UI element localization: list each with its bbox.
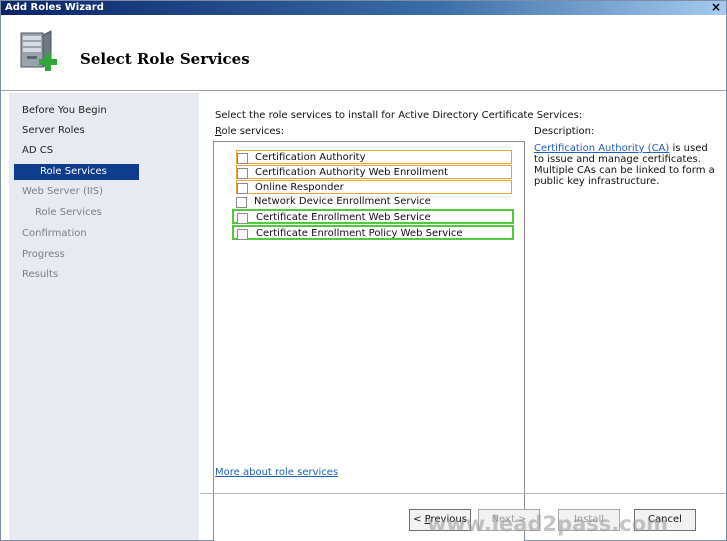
sidebar-item-server-roles[interactable]: Server Roles: [9, 123, 139, 139]
add-roles-wizard-window: Add Roles Wizard × Select Role Services …: [0, 0, 727, 541]
checkbox[interactable]: [237, 153, 248, 164]
list-item-certification-authority[interactable]: Certification Authority: [236, 150, 512, 164]
page-title: Select Role Services: [80, 50, 250, 68]
wizard-steps-sidebar: Before You Begin Server Roles AD CS Role…: [9, 93, 199, 540]
checkbox[interactable]: [237, 229, 248, 240]
certification-authority-link[interactable]: Certification Authority (CA): [534, 143, 669, 154]
sidebar-item-before-you-begin[interactable]: Before You Begin: [9, 103, 139, 119]
wizard-header: Select Role Services: [1, 15, 726, 91]
list-item-label: Certificate Enrollment Web Service: [256, 212, 431, 223]
checkbox[interactable]: [237, 183, 248, 194]
window-title: Add Roles Wizard: [5, 2, 104, 13]
close-icon[interactable]: ×: [709, 1, 723, 14]
sidebar-item-results: Results: [22, 269, 59, 280]
more-about-role-services-link[interactable]: More about role services: [215, 467, 338, 478]
previous-button-prefix: <: [413, 514, 425, 525]
role-services-label: Role services:: [215, 126, 284, 137]
instruction-text: Select the role services to install for …: [215, 110, 583, 121]
list-item-ca-web-enrollment[interactable]: Certification Authority Web Enrollment: [236, 165, 512, 179]
checkbox[interactable]: [237, 168, 248, 179]
description-label: Description:: [534, 126, 595, 137]
list-item-cert-enrollment-policy-web-service[interactable]: Certificate Enrollment Policy Web Servic…: [232, 225, 514, 240]
list-item-label: Network Device Enrollment Service: [254, 196, 431, 207]
main-content: Select the role services to install for …: [200, 93, 726, 541]
checkbox[interactable]: [236, 197, 247, 208]
sidebar-item-confirmation: Confirmation: [22, 228, 87, 239]
checkbox[interactable]: [237, 213, 248, 224]
sidebar-item-iis-role-services: Role Services: [35, 207, 102, 218]
list-item-online-responder[interactable]: Online Responder: [236, 180, 512, 194]
list-item-network-device-enrollment[interactable]: Network Device Enrollment Service: [236, 195, 512, 209]
description-text: Certification Authority (CA) is used to …: [534, 143, 719, 187]
role-services-label-rest: ole services:: [221, 126, 285, 137]
sidebar-item-progress: Progress: [22, 249, 65, 260]
role-services-list[interactable]: Certification Authority Certification Au…: [213, 141, 525, 541]
sidebar-item-web-server-iis: Web Server (IIS): [22, 186, 104, 197]
footer-divider: [200, 493, 726, 494]
title-bar[interactable]: Add Roles Wizard ×: [1, 1, 726, 15]
list-item-label: Certification Authority: [255, 152, 366, 163]
list-item-label: Certificate Enrollment Policy Web Servic…: [256, 228, 463, 239]
sidebar-item-ad-cs[interactable]: AD CS: [9, 143, 139, 159]
watermark: www.lead2pass.com: [427, 512, 669, 536]
list-item-label: Online Responder: [255, 182, 344, 193]
server-role-add-icon: [15, 29, 63, 77]
sidebar-item-role-services-active[interactable]: Role Services: [14, 164, 139, 180]
list-item-label: Certification Authority Web Enrollment: [255, 167, 449, 178]
list-item-cert-enrollment-web-service[interactable]: Certificate Enrollment Web Service: [232, 209, 514, 224]
